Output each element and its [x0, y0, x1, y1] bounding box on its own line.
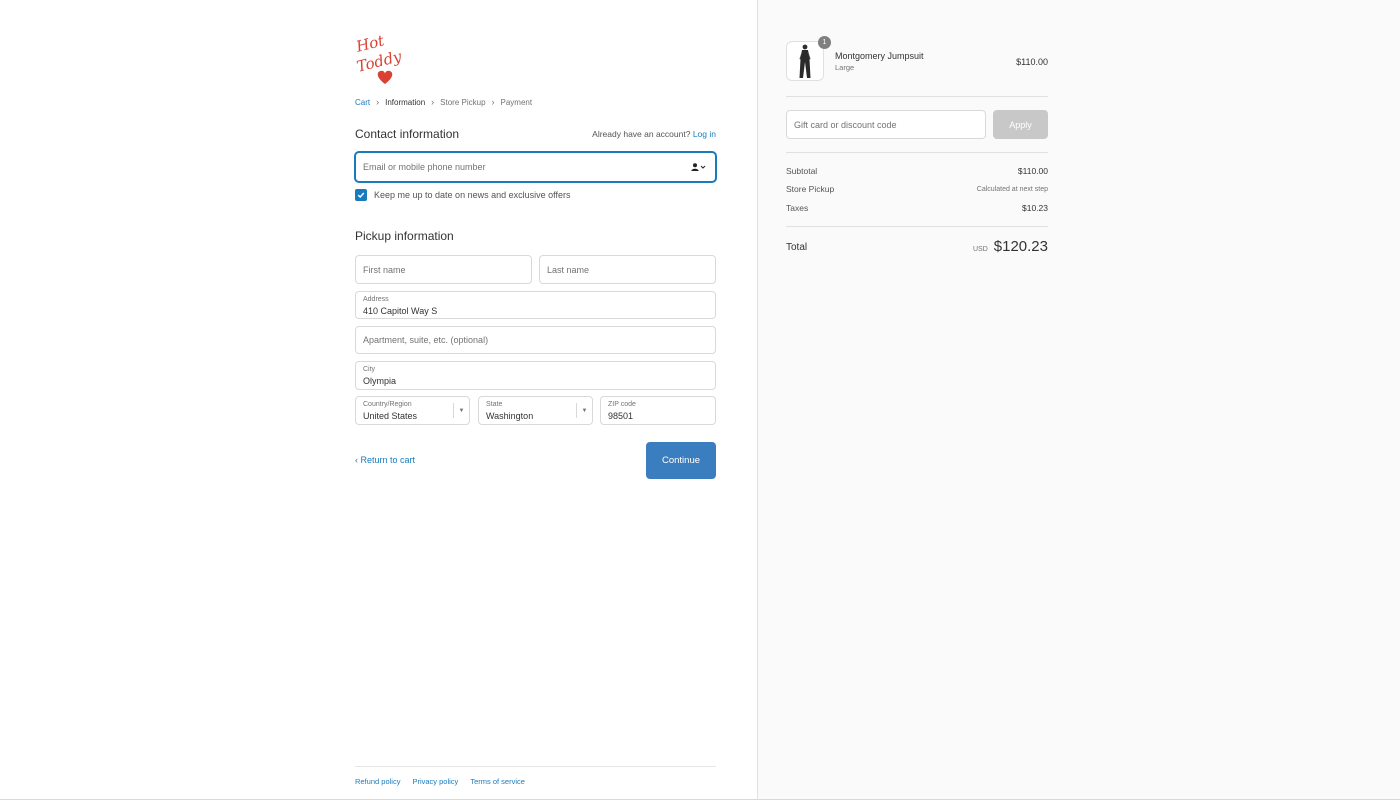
account-prompt: Already have an account? Log in: [592, 129, 716, 139]
terms-of-service-link[interactable]: Terms of service: [470, 777, 525, 786]
email-field[interactable]: Email or mobile phone number: [355, 152, 716, 182]
apartment-placeholder: Apartment, suite, etc. (optional): [363, 335, 489, 345]
breadcrumb-store-pickup: Store Pickup: [440, 97, 486, 107]
chevron-right-icon: ›: [431, 97, 435, 107]
chevron-left-icon: ‹: [355, 455, 358, 465]
state-select[interactable]: State Washington ▼: [478, 396, 593, 425]
store-pickup-value: Calculated at next step: [976, 186, 1048, 193]
chevron-down-icon[interactable]: ▼: [576, 403, 592, 418]
contact-section-title: Contact information: [355, 127, 460, 141]
store-pickup-label: Store Pickup: [786, 184, 835, 194]
breadcrumb-information: Information: [385, 97, 426, 107]
divider: [786, 226, 1048, 227]
address-label: Address: [363, 296, 389, 303]
country-select[interactable]: Country/Region United States ▼: [355, 396, 470, 425]
divider: [786, 152, 1048, 153]
city-value: Olympia: [363, 376, 397, 386]
zip-value: 98501: [608, 411, 634, 421]
product-variant: Large: [835, 63, 855, 72]
chevron-down-icon[interactable]: ▼: [453, 403, 469, 418]
newsletter-option[interactable]: Keep me up to date on news and exclusive…: [355, 189, 570, 201]
breadcrumb-cart[interactable]: Cart: [355, 98, 370, 107]
product-thumbnail: [786, 41, 824, 81]
product-price: $110.00: [1016, 57, 1048, 67]
zip-field[interactable]: ZIP code 98501: [600, 396, 716, 425]
breadcrumb-payment: Payment: [500, 97, 533, 107]
state-label: State: [486, 401, 503, 408]
chevron-right-icon: ›: [491, 97, 495, 107]
city-label: City: [363, 366, 376, 373]
discount-placeholder: Gift card or discount code: [794, 119, 897, 130]
login-link[interactable]: Log in: [693, 129, 716, 139]
heart-icon: [377, 70, 393, 84]
contact-person-icon[interactable]: [691, 163, 706, 171]
jumpsuit-image: [799, 44, 811, 78]
checkmark-icon: [357, 192, 365, 198]
account-prompt-text: Already have an account?: [592, 129, 691, 139]
continue-button[interactable]: Continue: [646, 442, 716, 479]
return-to-cart-link[interactable]: ‹ Return to cart: [355, 455, 415, 465]
discount-code-input[interactable]: Gift card or discount code: [786, 110, 986, 139]
newsletter-checkbox[interactable]: [355, 189, 367, 201]
state-value: Washington: [486, 411, 534, 421]
chevron-right-icon: ›: [376, 97, 380, 107]
address-field[interactable]: Address 410 Capitol Way S: [355, 291, 716, 319]
pickup-section-title: Pickup information: [355, 229, 454, 243]
divider: [786, 96, 1048, 97]
taxes-label: Taxes: [786, 203, 809, 213]
total-amount-group: USD $120.23: [973, 238, 1048, 255]
footer-policies: Refund policy Privacy policy Terms of se…: [355, 766, 716, 786]
first-name-field[interactable]: First name: [355, 255, 532, 284]
subtotal-value: $110.00: [1017, 166, 1048, 176]
chevron-down-icon: [700, 165, 706, 169]
subtotal-label: Subtotal: [786, 166, 818, 176]
zip-label: ZIP code: [608, 401, 636, 408]
order-summary: 1 Montgomery Jumpsuit Large $110.00 Gift…: [757, 0, 1400, 799]
total-label: Total: [786, 242, 808, 253]
apartment-field[interactable]: Apartment, suite, etc. (optional): [355, 326, 716, 354]
country-value: United States: [363, 411, 418, 421]
taxes-value: $10.23: [1022, 203, 1048, 213]
privacy-policy-link[interactable]: Privacy policy: [412, 777, 458, 786]
return-to-cart-label: Return to cart: [360, 455, 416, 465]
address-value: 410 Capitol Way S: [363, 306, 438, 316]
country-label: Country/Region: [363, 401, 412, 408]
breadcrumb: Cart › Information › Store Pickup › Paym…: [355, 97, 532, 107]
checkout-main: Hot Toddy Cart › Information › Store Pic…: [0, 0, 757, 799]
last-name-field[interactable]: Last name: [539, 255, 716, 284]
city-field[interactable]: City Olympia: [355, 361, 716, 390]
brand-logo[interactable]: Hot Toddy: [355, 34, 407, 88]
apply-discount-button[interactable]: Apply: [993, 110, 1048, 139]
last-name-placeholder: Last name: [547, 264, 590, 275]
total-amount: $120.23: [993, 238, 1048, 255]
refund-policy-link[interactable]: Refund policy: [355, 777, 400, 786]
quantity-badge: 1: [818, 36, 831, 49]
email-placeholder: Email or mobile phone number: [363, 162, 486, 172]
first-name-placeholder: First name: [363, 264, 406, 275]
total-currency: USD: [972, 246, 988, 253]
product-name: Montgomery Jumpsuit: [835, 51, 924, 61]
newsletter-label: Keep me up to date on news and exclusive…: [374, 190, 571, 200]
